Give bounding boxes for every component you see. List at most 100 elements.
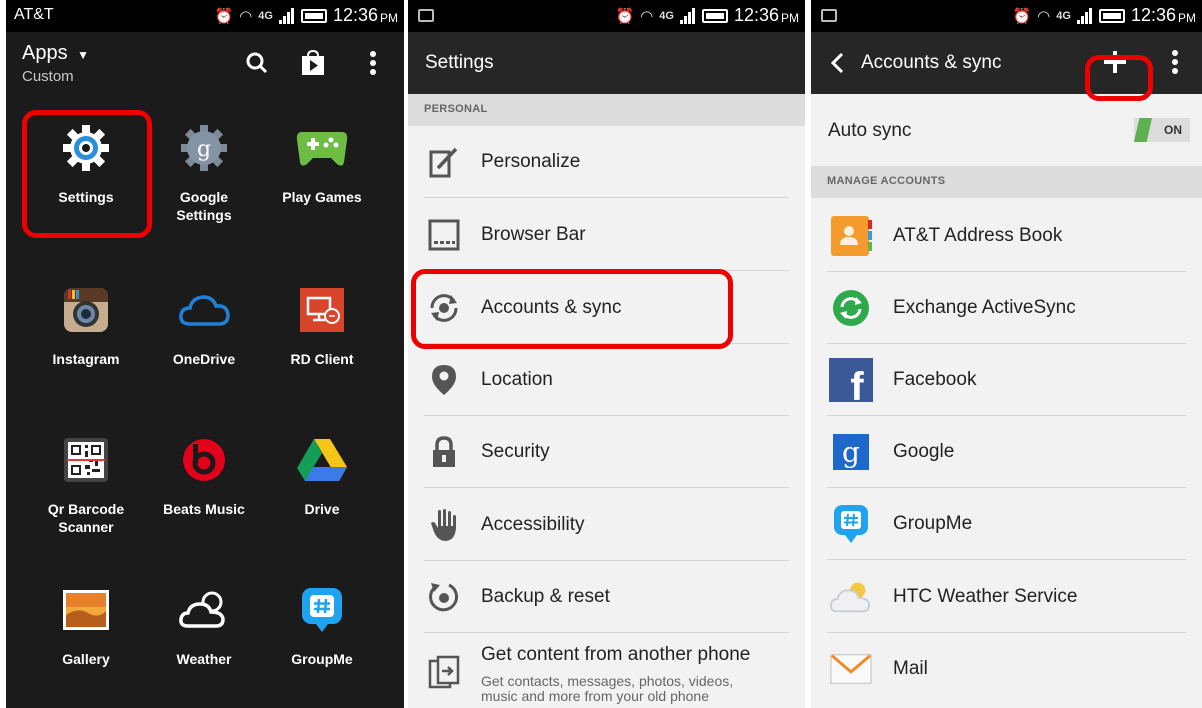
app-label: GroupMe bbox=[291, 651, 353, 667]
wifi-icon: ◠ bbox=[239, 7, 253, 25]
google-settings-icon: g bbox=[176, 120, 232, 176]
settings-item-label: Accessibility bbox=[481, 514, 585, 535]
status-bar: ⏰ ◠ 4G 12:36 PM bbox=[408, 0, 805, 32]
search-button[interactable] bbox=[242, 48, 272, 78]
accounts-sync-screen: ⏰ ◠ 4G 12:36 PM Accounts & sync Auto syn… bbox=[811, 0, 1202, 708]
exchange-sync-icon bbox=[829, 286, 873, 330]
app-onedrive[interactable]: OneDrive bbox=[145, 282, 263, 402]
app-groupme[interactable]: GroupMe bbox=[263, 582, 381, 702]
account-label: Google bbox=[893, 441, 955, 462]
signal-icon bbox=[679, 7, 696, 24]
app-beats-music[interactable]: Beats Music bbox=[145, 432, 263, 552]
more-vertical-icon bbox=[370, 51, 376, 75]
account-item-htc-weather[interactable]: HTC Weather Service bbox=[811, 561, 1202, 633]
app-label: RD Client bbox=[290, 351, 354, 367]
account-label: GroupMe bbox=[893, 513, 973, 534]
app-rd-client[interactable]: RD Client bbox=[263, 282, 381, 402]
facebook-icon: f bbox=[829, 358, 873, 402]
account-item-exchange-activesync[interactable]: Exchange ActiveSync bbox=[811, 272, 1202, 344]
svg-text:g: g bbox=[197, 137, 211, 162]
app-instagram[interactable]: Instagram bbox=[27, 282, 145, 402]
play-games-controller-icon bbox=[294, 120, 350, 176]
settings-item-label: Browser Bar bbox=[481, 224, 586, 245]
location-pin-icon bbox=[426, 362, 462, 398]
settings-item-location[interactable]: Location bbox=[408, 344, 805, 416]
battery-icon bbox=[1098, 8, 1125, 23]
alarm-icon: ⏰ bbox=[214, 7, 234, 25]
account-item-att-address-book[interactable]: AT&T Address Book bbox=[811, 200, 1202, 272]
signal-icon bbox=[1076, 7, 1093, 24]
clock-ampm: PM bbox=[380, 10, 398, 25]
search-icon bbox=[246, 52, 268, 74]
app-label: Beats Music bbox=[163, 501, 245, 517]
alarm-icon: ⏰ bbox=[615, 7, 635, 25]
account-item-google[interactable]: g Google bbox=[811, 416, 1202, 488]
clock-ampm: PM bbox=[781, 10, 799, 25]
highlight-settings-app bbox=[22, 110, 152, 238]
onedrive-cloud-icon bbox=[176, 282, 232, 338]
app-play-games[interactable]: Play Games bbox=[263, 120, 381, 240]
account-label: Mail bbox=[893, 658, 928, 679]
app-drive[interactable]: Drive bbox=[263, 432, 381, 552]
overflow-menu-button[interactable] bbox=[1171, 50, 1181, 78]
apps-screen: AT&T ⏰ ◠ 4G 12:36 PM Apps ▼ Custom Setti… bbox=[6, 0, 404, 708]
settings-item-backup-reset[interactable]: Backup & reset bbox=[408, 561, 805, 633]
divider bbox=[424, 197, 789, 198]
chevron-left-icon bbox=[830, 52, 844, 74]
settings-item-label: Backup & reset bbox=[481, 586, 610, 607]
personalize-icon bbox=[426, 144, 462, 180]
settings-item-accessibility[interactable]: Accessibility bbox=[408, 489, 805, 561]
qr-code-icon bbox=[58, 432, 114, 488]
more-vertical-icon bbox=[1172, 50, 1178, 74]
account-label: Exchange ActiveSync bbox=[893, 297, 1076, 318]
app-label: Drive bbox=[304, 501, 340, 517]
app-gallery[interactable]: Gallery bbox=[27, 582, 145, 702]
settings-item-browser-bar[interactable]: Browser Bar bbox=[408, 199, 805, 271]
account-item-facebook[interactable]: f Facebook bbox=[811, 344, 1202, 416]
toggle-state: ON bbox=[1164, 123, 1182, 137]
toggle-indicator bbox=[1134, 118, 1152, 142]
wifi-icon: ◠ bbox=[640, 7, 654, 25]
play-store-icon bbox=[302, 50, 324, 75]
app-qr-scanner[interactable]: Qr Barcode Scanner bbox=[27, 432, 145, 552]
apps-header: Apps ▼ Custom bbox=[6, 32, 404, 94]
app-google-settings[interactable]: g Google Settings bbox=[145, 120, 263, 240]
clock: 12:36 bbox=[332, 5, 378, 25]
settings-screen: ⏰ ◠ 4G 12:36 PM Settings PERSONAL Person… bbox=[408, 0, 805, 708]
settings-item-sublabel: Get contacts, messages, photos, videos, … bbox=[481, 673, 734, 704]
settings-item-label: Location bbox=[481, 369, 553, 390]
app-weather[interactable]: Weather bbox=[145, 582, 263, 702]
apps-title: Apps bbox=[22, 42, 68, 64]
4g-lte-icon: 4G bbox=[659, 9, 674, 22]
image-notification-icon bbox=[418, 9, 434, 22]
settings-item-get-content[interactable]: Get content from another phone Get conta… bbox=[408, 634, 805, 708]
signal-icon bbox=[278, 7, 295, 24]
settings-item-personalize[interactable]: Personalize bbox=[408, 126, 805, 198]
alarm-icon: ⏰ bbox=[1012, 7, 1032, 25]
overflow-menu-button[interactable] bbox=[358, 48, 388, 78]
settings-item-label: Security bbox=[481, 441, 550, 462]
play-store-button[interactable] bbox=[298, 48, 328, 78]
account-item-groupme[interactable]: GroupMe bbox=[811, 488, 1202, 560]
hand-icon bbox=[426, 507, 462, 543]
google-drive-icon bbox=[294, 432, 350, 488]
address-book-icon bbox=[829, 214, 873, 258]
weather-cloud-icon bbox=[829, 575, 873, 619]
account-item-mail[interactable]: Mail bbox=[811, 633, 1202, 705]
settings-item-security[interactable]: Security bbox=[408, 416, 805, 488]
backup-reset-icon bbox=[426, 579, 462, 615]
google-icon: g bbox=[829, 430, 873, 474]
back-button[interactable] bbox=[827, 48, 851, 78]
groupme-icon bbox=[294, 582, 350, 638]
app-label: OneDrive bbox=[172, 351, 236, 367]
clock: 12:36 bbox=[1130, 5, 1176, 25]
app-label: Qr Barcode Scanner bbox=[47, 501, 125, 535]
account-label: Facebook bbox=[893, 369, 977, 390]
transfer-phone-icon bbox=[426, 654, 462, 690]
apps-dropdown[interactable]: Apps ▼ bbox=[22, 42, 89, 65]
gallery-picture-icon bbox=[58, 582, 114, 638]
settings-item-label: Personalize bbox=[481, 151, 581, 172]
app-label: Instagram bbox=[52, 351, 120, 367]
auto-sync-toggle[interactable]: ON bbox=[1134, 118, 1190, 142]
wifi-icon: ◠ bbox=[1037, 7, 1051, 25]
